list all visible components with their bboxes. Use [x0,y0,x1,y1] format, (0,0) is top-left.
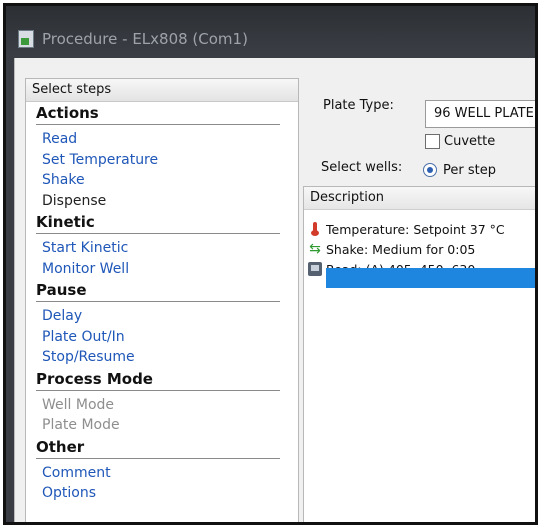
section-process-mode: Process Mode [36,369,153,388]
section-divider [36,301,280,302]
description-panel: Description Temperature: Setpoint 37 °C … [303,186,535,522]
step-monitor-well[interactable]: Monitor Well [42,259,298,280]
section-kinetic: Kinetic [36,213,95,231]
cuvette-option[interactable]: Cuvette [425,132,495,150]
description-text: Temperature: Setpoint 37 °C [326,221,505,237]
step-delay[interactable]: Delay [42,306,298,327]
step-plate-mode: Plate Mode [42,417,120,433]
select-wells-label: Select wells: [321,160,403,175]
step-set-temperature[interactable]: Set Temperature [42,150,298,171]
screen-frame: Procedure - ELx808 (Com1) Select steps A… [3,3,538,525]
step-options[interactable]: Options [42,483,298,504]
step-well-mode: Well Mode [42,396,115,413]
select-steps-panel: Select steps Actions Read Set Temperatur… [25,78,299,522]
plate-type-select[interactable]: 96 WELL PLATE [425,100,535,128]
section-actions: Actions [36,104,99,122]
cuvette-checkbox[interactable] [425,133,440,149]
plate-reader-icon [308,262,322,276]
step-start-kinetic[interactable]: Start Kinetic [42,238,298,259]
section-divider [36,457,280,459]
section-divider [36,233,280,234]
per-step-option[interactable]: Per step [423,161,496,179]
radio-selected-dot [427,167,433,173]
step-read[interactable]: Read [42,129,298,150]
window-title: Procedure - ELx808 (Com1) [42,30,248,48]
plate-type-label: Plate Type: [323,98,394,113]
section-other: Other [36,437,85,456]
section-pause: Pause [36,281,87,299]
section-divider [36,389,280,391]
step-dispense[interactable]: Dispense [42,191,298,212]
thermometer-icon [308,222,322,236]
title-bar: Procedure - ELx808 (Com1) [6,6,535,56]
select-steps-header: Select steps [26,79,298,102]
section-divider [36,124,280,125]
cuvette-label: Cuvette [444,133,496,149]
step-stop-resume[interactable]: Stop/Resume [42,347,298,368]
selected-empty-row[interactable] [326,268,535,288]
procedure-window: Select steps Actions Read Set Temperatur… [14,58,535,522]
app-icon [18,30,34,48]
description-row-shake[interactable]: ⇆ Shake: Medium for 0:05 [308,240,475,258]
step-shake[interactable]: Shake [42,170,298,191]
description-text: Shake: Medium for 0:05 [326,241,476,257]
description-header: Description [304,187,535,210]
step-plate-out-in[interactable]: Plate Out/In [42,327,298,348]
step-comment[interactable]: Comment [42,463,298,484]
per-step-label: Per step [443,162,496,178]
description-row-temperature[interactable]: Temperature: Setpoint 37 °C [308,220,505,238]
per-step-radio[interactable] [423,163,437,177]
shake-arrows-icon: ⇆ [309,241,321,257]
